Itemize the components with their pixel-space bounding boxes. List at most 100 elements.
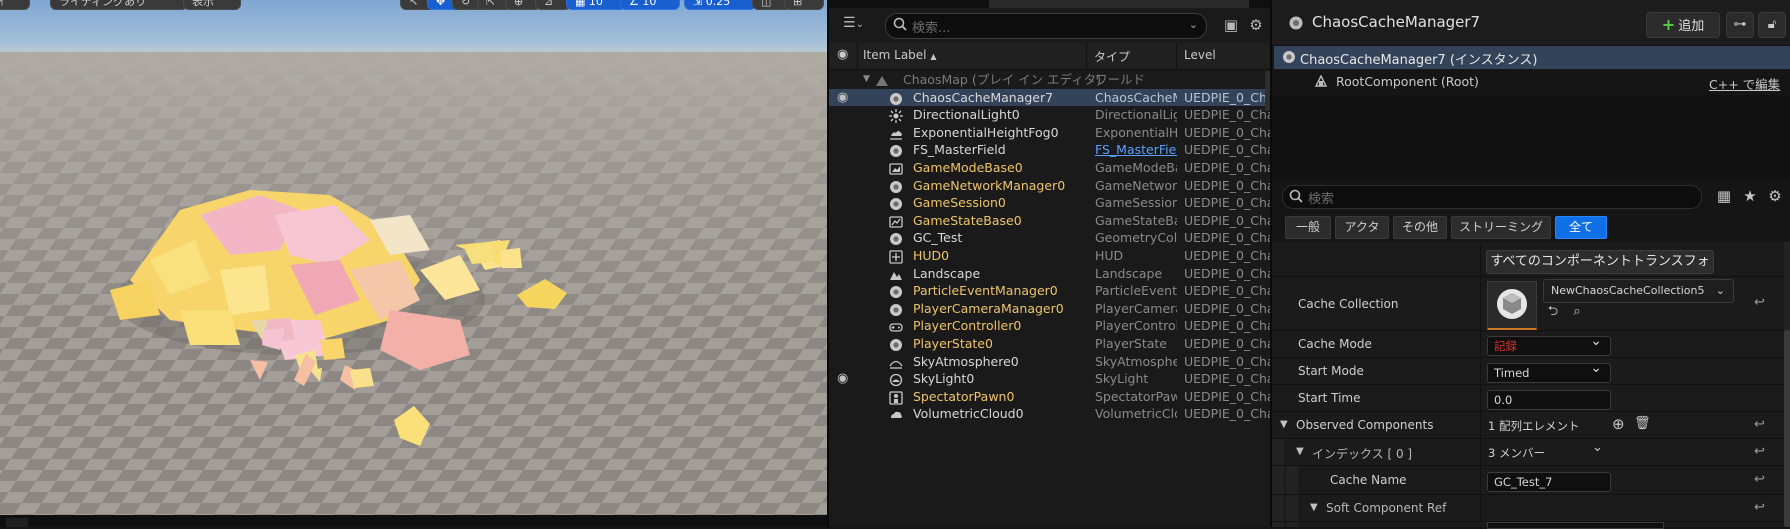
outliner-row[interactable]: ◉ SkyLight0 SkyLight UEDPIE_0_Cha [829,370,1272,388]
reset-arrow-icon[interactable]: ↩ [1754,444,1765,459]
edit-in-cpp-link[interactable]: C++ で編集 [1709,74,1780,93]
outliner-row[interactable]: ◉ ChaosCacheManager7 ChaosCacheM UEDPIE_0_C… [829,88,1272,107]
asset-thumbnail[interactable] [1487,281,1537,330]
reset-arrow-icon[interactable]: ↩ [1754,417,1765,432]
next-field[interactable] [1487,522,1664,529]
outliner-search-input[interactable]: 検索... ⌄ [885,13,1207,39]
all-component-transform-button[interactable]: すべてのコンポーネントトランスフォーム [1486,250,1714,291]
outliner-row[interactable]: ParticleEventManager0 ParticleEventM UEDPI… [829,282,1272,300]
outliner-world-row[interactable]: ▼ ChaosMap (プレイ イン エディタ) ワールド [829,71,1272,89]
cache-collection-combo[interactable]: NewChaosCacheCollection5 ⌄ [1543,279,1734,303]
browse-asset-icon[interactable]: ⌕ [1569,304,1585,320]
expand-triangle-icon[interactable]: ▼ [1280,419,1288,430]
blueprint-convert-button[interactable]: ⊶ [1726,12,1754,38]
root-component-label: RootComponent (Root) [1336,74,1479,89]
column-splitter[interactable] [1480,495,1481,521]
details-search-input[interactable]: 検索 [1282,185,1702,209]
filter-actor-button[interactable]: アクタ [1335,216,1389,239]
column-divider[interactable] [1176,43,1177,69]
gear-icon[interactable]: ⚙ [1247,16,1265,34]
add-folder-icon[interactable]: ▣ [1222,16,1240,34]
show-button[interactable]: 表示 [183,0,241,10]
outliner-row[interactable]: SkyAtmosphere0 SkyAtmospher UEDPIE_0_Cha [829,353,1272,371]
column-splitter[interactable] [1480,412,1481,438]
chevron-down-icon[interactable]: ⌄ [1592,440,1603,455]
reset-arrow-icon[interactable]: ↩ [1754,295,1765,310]
table-view-icon[interactable]: ▦ [1715,187,1733,205]
viewport-layout-button[interactable]: ⊞ [784,0,824,10]
outliner-row[interactable]: Landscape Landscape UEDPIE_0_Cha [829,265,1272,283]
filter-general-button[interactable]: 一般 [1285,216,1331,239]
column-splitter[interactable] [1480,331,1481,357]
item-label-column-header[interactable]: Item Label ▲ [863,48,937,62]
column-divider[interactable] [1086,43,1087,69]
outliner-row[interactable]: VolumetricCloud0 VolumetricClou UEDPIE_0_C… [829,405,1272,423]
grid-icon: ▦ [575,0,586,8]
filter-all-button[interactable]: 全て [1555,216,1607,239]
cache-mode-combo[interactable]: 記録 [1487,332,1611,356]
filter-streaming-button[interactable]: ストリーミング [1451,216,1551,239]
cache-name-input[interactable]: GC_Test_7 [1487,472,1611,492]
start-mode-combo[interactable]: Timed [1487,359,1611,383]
visibility-column-eye-icon[interactable]: ◉ [837,47,848,62]
eye-icon[interactable]: ◉ [837,89,848,107]
outliner-row[interactable]: HUD0 HUD UEDPIE_0_Cha [829,247,1272,265]
outliner-tab[interactable] [989,0,1249,8]
use-selected-asset-icon[interactable]: ⮌ [1545,304,1561,320]
outliner-row[interactable]: GameStateBase0 GameStateBas UEDPIE_0_Cha [829,212,1272,230]
details-scrollbar[interactable] [1784,330,1790,527]
level-column-header[interactable]: Level [1184,48,1216,62]
viewport-tab[interactable] [6,518,28,527]
item-type: PlayerControlle [1095,318,1177,334]
filter-misc-button[interactable]: その他 [1393,216,1447,239]
add-element-icon[interactable]: ⊕ [1612,415,1625,433]
trash-icon[interactable]: 🗑︎ [1634,416,1651,431]
grid-snap-button[interactable]: ▦ 10 [566,0,626,10]
outliner-row[interactable]: FS_MasterField FS_MasterFiel UEDPIE_0_Cha [829,141,1272,159]
outliner-row[interactable]: ExponentialHeightFog0 ExponentialHei UEDPI… [829,124,1272,142]
outliner-row[interactable]: PlayerCameraManager0 PlayerCameral UEDPIE_… [829,300,1272,318]
chevron-down-icon[interactable]: ⌄ [1189,18,1198,31]
expand-triangle-icon[interactable]: ▼ [1296,446,1304,457]
outliner-row[interactable]: PlayerState0 PlayerState UEDPIE_0_Cha [829,335,1272,353]
root-component-row[interactable]: RootComponent (Root) C++ で編集 [1272,71,1790,93]
outliner-row[interactable]: DirectionalLight0 DirectionalLigh UEDPIE_0… [829,106,1272,124]
gear-icon[interactable]: ⚙ [1766,187,1784,205]
column-splitter[interactable] [1480,358,1481,384]
reset-arrow-icon[interactable]: ↩ [1754,472,1765,487]
cloud-icon [891,412,902,419]
column-splitter[interactable] [1480,244,1481,276]
rotation-snap-button[interactable]: ∠ 10 [620,0,680,10]
item-type-link[interactable]: FS_MasterFiel [1095,141,1177,159]
star-icon[interactable]: ★ [1741,187,1759,205]
expand-triangle-icon[interactable]: ▼ [863,71,870,89]
add-component-button[interactable]: + 追加 [1646,12,1720,38]
item-type: GameSession [1095,195,1177,211]
outliner-row[interactable]: GameSession0 GameSession UEDPIE_0_Cha [829,194,1272,212]
outliner-row[interactable]: SpectatorPawn0 SpectatorPawı UEDPIE_0_Cha [829,388,1272,406]
column-splitter[interactable] [1480,385,1481,411]
reset-arrow-icon[interactable]: ↩ [1754,500,1765,515]
lock-button[interactable]: 🔓︎ [1758,12,1786,38]
column-splitter[interactable] [1480,466,1481,494]
expand-triangle-icon[interactable]: ▼ [1310,502,1318,513]
outliner-row[interactable]: GC_Test GeometryColle UEDPIE_0_Cha [829,229,1272,247]
level-viewport[interactable]: ｲ ライティングあり 表示 ↖ ✥ ↻ ⇱ ⊕ ⊿ ▦ 10 ∠ 10 ⇲ 0.… [0,0,827,515]
item-label: ChaosCacheManager7 [913,89,1054,105]
eye-icon[interactable]: ◉ [837,370,848,388]
scale-snap-button[interactable]: ⇲ 0.25 [684,0,756,10]
select-icon: ↖ [409,0,419,8]
camera-icon: ◫ [761,0,772,8]
column-splitter[interactable] [1480,439,1481,465]
outliner-row[interactable]: PlayerController0 PlayerControlle UEDPIE_0… [829,317,1272,335]
column-splitter[interactable] [1480,277,1481,330]
outliner-row[interactable]: GameModeBase0 GameModeBas UEDPIE_0_Cha [829,159,1272,177]
outliner-row[interactable]: GameNetworkManager0 GameNetwork UEDPIE_0_C… [829,177,1272,195]
viewport-menu-button[interactable]: ｲ [0,0,30,10]
instance-tree-row[interactable]: ChaosCacheManager7 (インスタンス) [1274,46,1790,69]
start-time-input[interactable]: 0.0 [1487,390,1611,410]
item-label: PlayerController0 [913,318,1022,334]
type-column-header[interactable]: タイプ [1094,48,1130,65]
lighting-mode-button[interactable]: ライティングあり [50,0,188,10]
filter-dropdown-button[interactable]: ☰⌄ [843,15,873,35]
